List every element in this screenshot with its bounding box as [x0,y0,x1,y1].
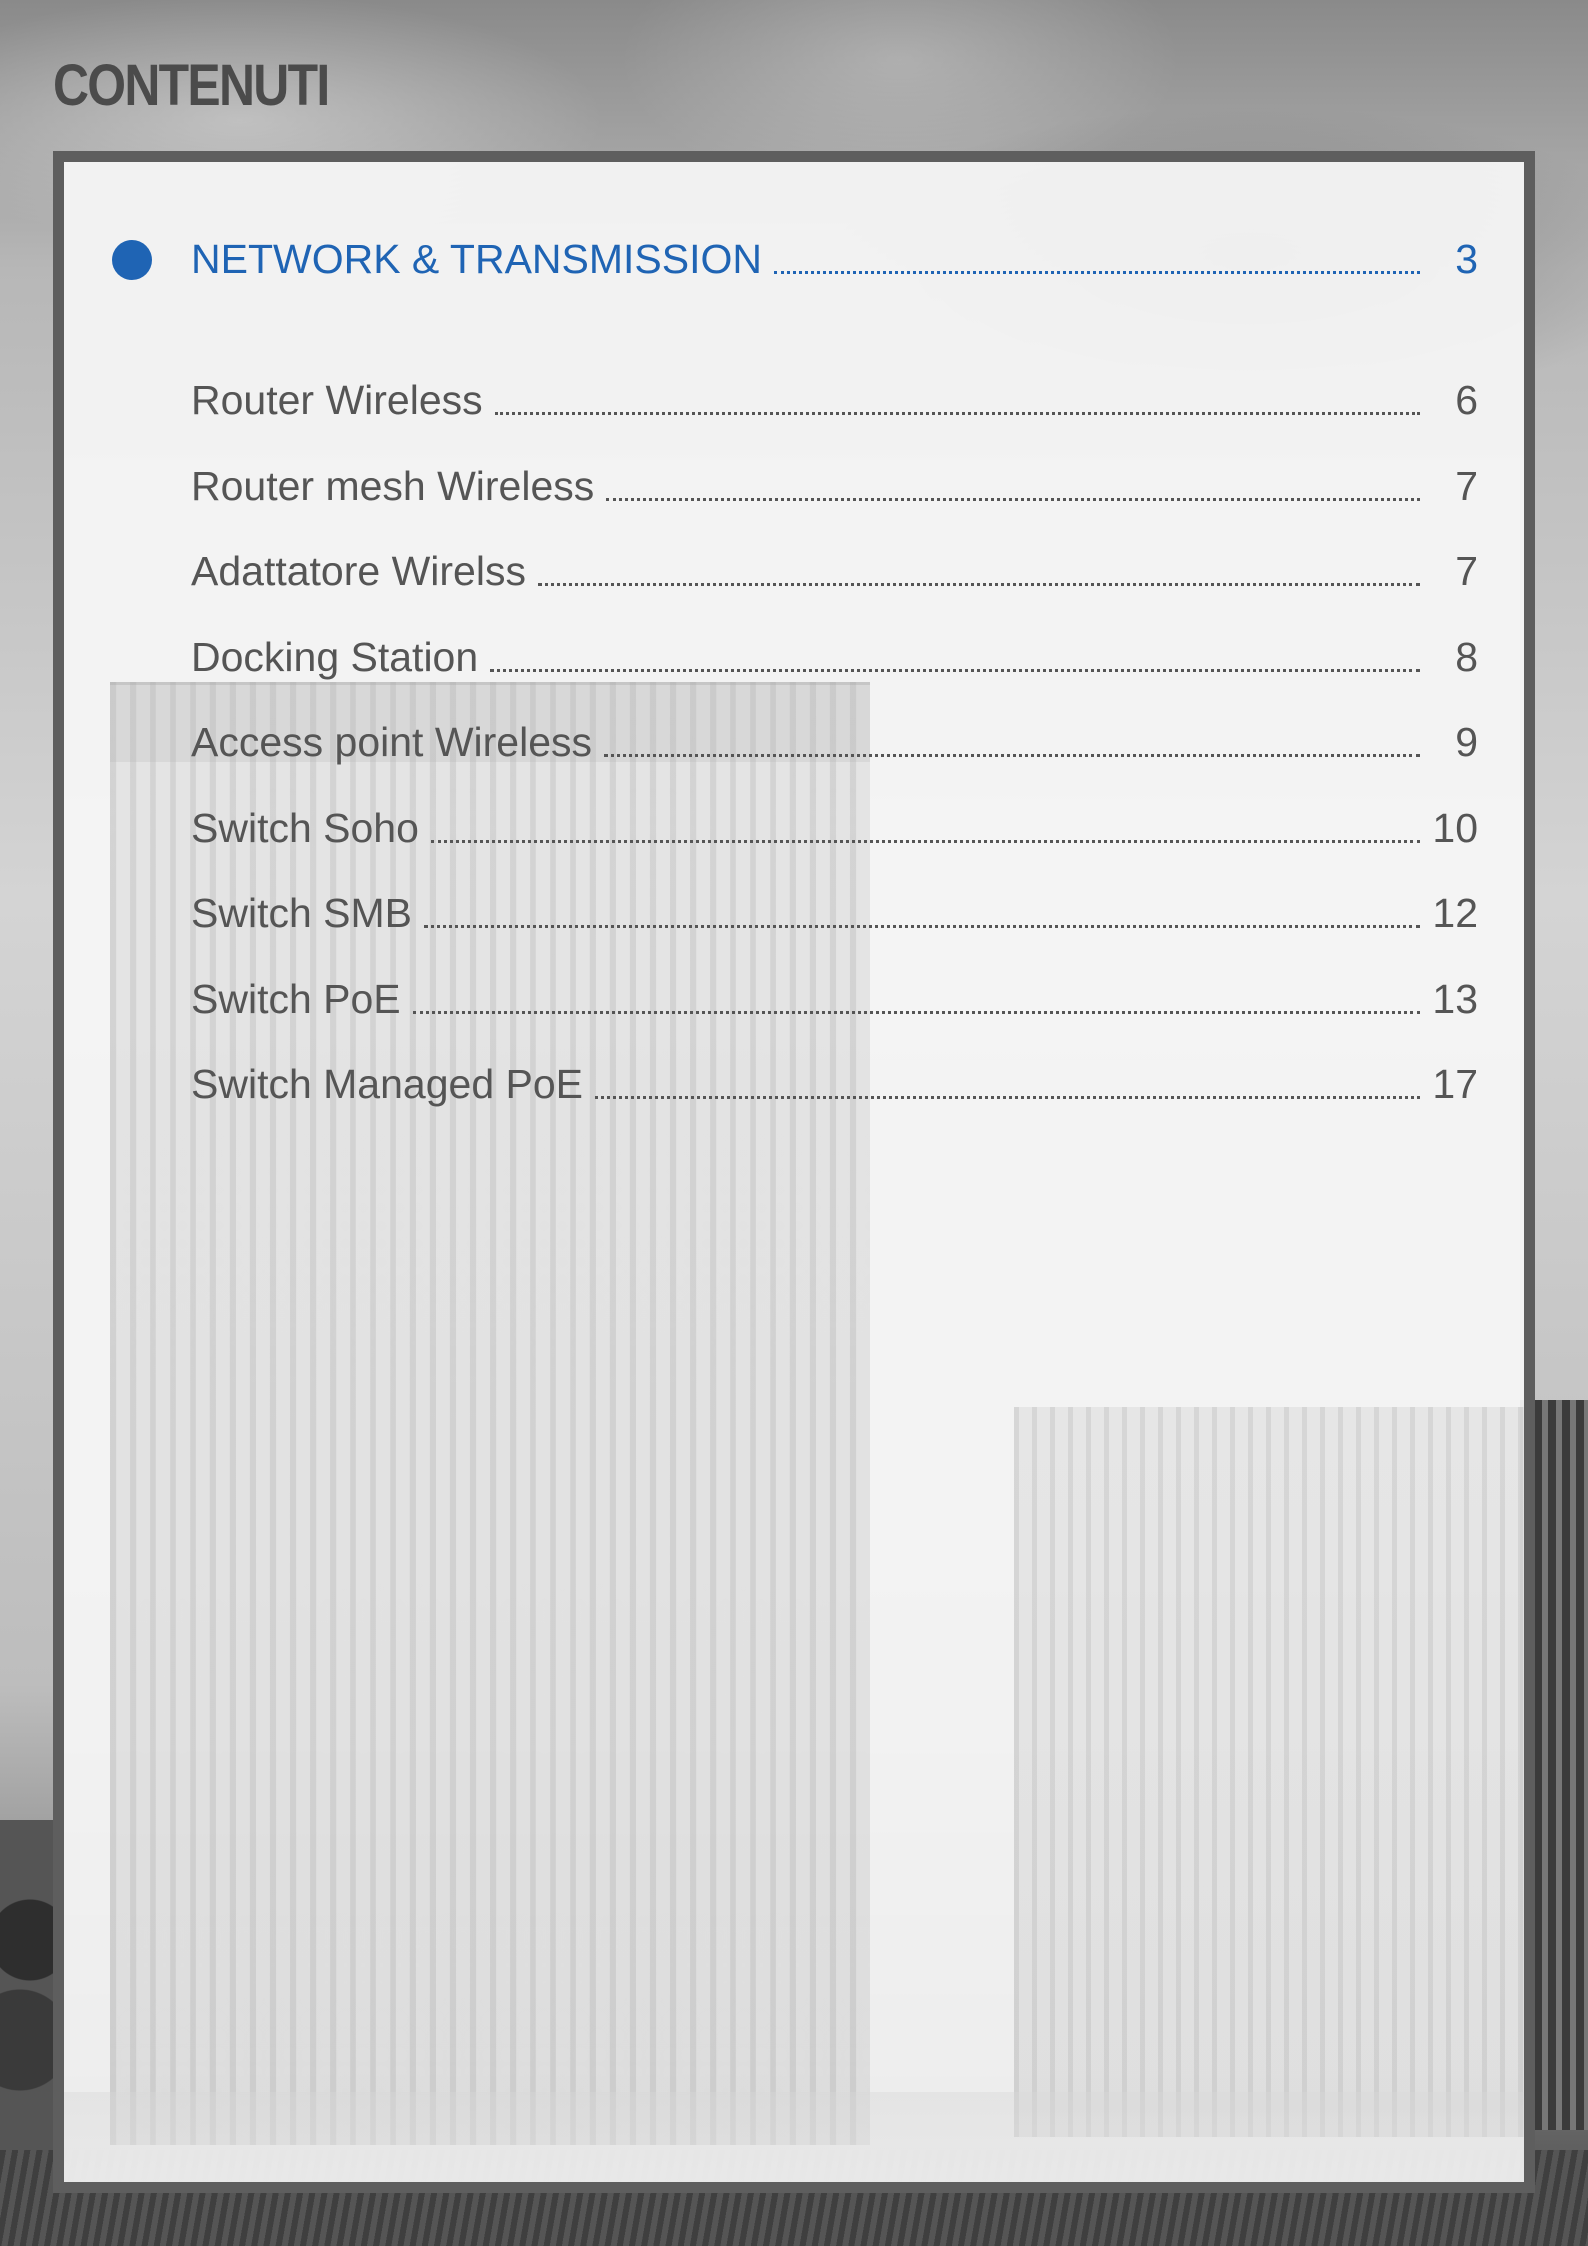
toc-entry-page-number: 7 [1455,462,1478,509]
toc-entry[interactable]: Switch Managed PoE 17 [191,1061,1478,1117]
toc-entry-label: Access point Wireless [191,719,593,765]
toc-entry-page-number: 7 [1455,548,1478,594]
toc-entry[interactable]: Docking Station 8 [191,634,1478,690]
toc-entry[interactable]: Access point Wireless 9 [191,719,1478,775]
toc-entry-label: Switch PoE [191,975,401,1022]
toc-entry-label: Router Wireless [191,377,483,423]
toc-entry-label: Switch Managed PoE [191,1061,584,1107]
toc-entry-page-number: 13 [1432,975,1478,1022]
dot-leader [604,754,1420,757]
toc-entry-page-number: 8 [1455,633,1478,680]
toc-entry-label: Router mesh Wireless [191,462,595,509]
toc-entry[interactable]: Adattatore Wirelss 7 [191,548,1478,604]
toc-entry-label: Adattatore Wirelss [191,548,526,594]
toc-entry-page-number: 6 [1455,377,1478,423]
dot-leader [490,668,1420,672]
dot-leader [412,1010,1420,1014]
toc-entry-label: Switch Soho [191,804,419,851]
toc-section-heading[interactable]: NETWORK & TRANSMISSION 3 [191,236,1478,292]
toc-panel: NETWORK & TRANSMISSION 3 Router Wireless… [53,151,1535,2193]
toc-entry-page-number: 10 [1432,804,1478,851]
section-bullet-icon [112,240,152,280]
toc-entry[interactable]: Switch SMB 12 [191,890,1478,946]
plaza-ground [64,2092,1524,2182]
dot-leader [430,839,1420,843]
section-page-number: 3 [1455,236,1478,282]
dot-leader [595,1096,1420,1099]
trees-background [0,1820,60,2150]
tower-right [1014,1407,1524,2137]
toc-entry-label: Docking Station [191,633,479,680]
toc-entry[interactable]: Switch Soho 10 [191,805,1478,861]
page-title: CONTENUTI [53,53,330,118]
dot-leader [774,271,1420,274]
toc-entry-label: Switch SMB [191,890,412,936]
toc-entry-page-number: 17 [1432,1061,1478,1107]
dot-leader [494,412,1420,415]
toc-entry-page-number: 12 [1432,890,1478,936]
section-title: NETWORK & TRANSMISSION [191,236,763,282]
dot-leader [537,583,1420,586]
dot-leader [424,925,1420,928]
toc-entry-page-number: 9 [1455,719,1478,765]
toc-entry[interactable]: Router mesh Wireless 7 [191,463,1478,519]
toc-entry[interactable]: Router Wireless 6 [191,377,1478,433]
toc-entry[interactable]: Switch PoE 13 [191,976,1478,1032]
dot-leader [606,497,1420,501]
